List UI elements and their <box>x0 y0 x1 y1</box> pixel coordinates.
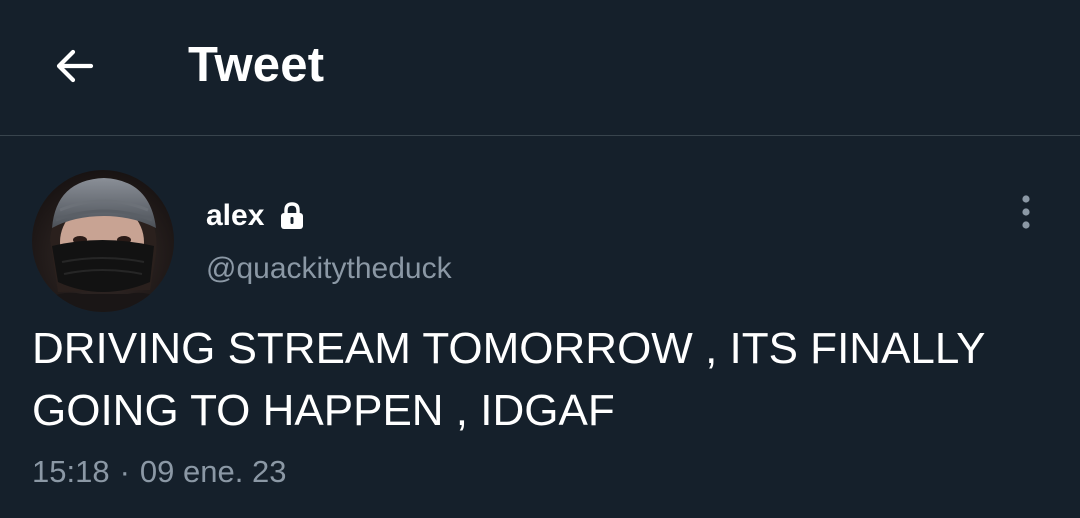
meta-separator: · <box>119 454 130 489</box>
tweet-text: DRIVING STREAM TOMORROW , ITS FINALLY GO… <box>32 324 986 435</box>
page-title: Tweet <box>188 38 325 92</box>
author-name-row[interactable]: alex <box>206 196 304 236</box>
more-options-button[interactable] <box>1004 190 1048 234</box>
top-bar: Tweet <box>0 0 1080 136</box>
avatar[interactable] <box>32 170 174 312</box>
display-name: alex <box>206 199 265 232</box>
more-vertical-icon <box>1022 195 1030 229</box>
lock-icon <box>280 202 304 230</box>
arrow-left-icon <box>56 49 94 83</box>
avatar-image <box>32 170 174 312</box>
back-button[interactable] <box>42 36 106 96</box>
tweet-timestamp: 15:18 · 09 ene. 23 <box>32 452 286 492</box>
author-handle[interactable]: @quackitytheduck <box>206 250 452 288</box>
tweet-date[interactable]: 09 ene. 23 <box>140 454 287 489</box>
tweet-time[interactable]: 15:18 <box>32 454 110 489</box>
